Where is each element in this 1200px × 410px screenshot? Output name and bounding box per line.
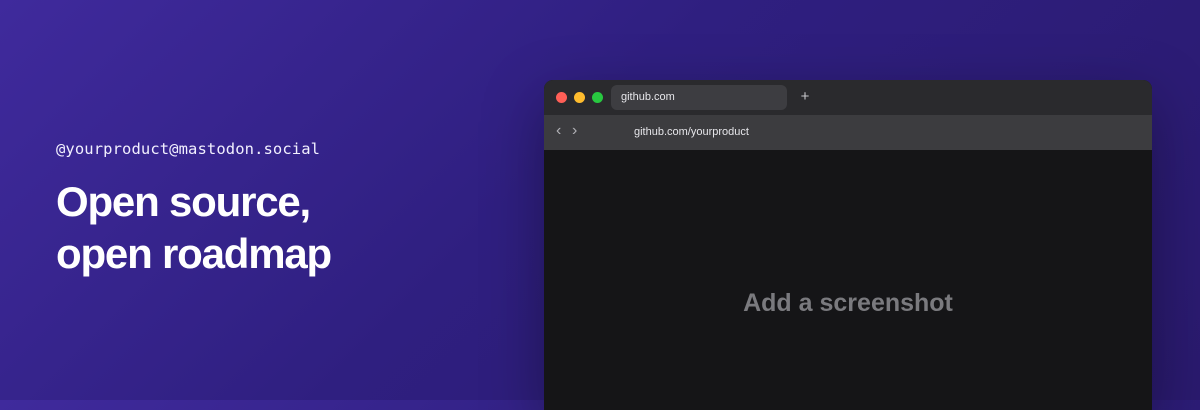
back-arrow-icon[interactable]: ‹ <box>556 122 561 140</box>
mastodon-handle: @yourproduct@mastodon.social <box>56 140 321 158</box>
minimize-window-icon[interactable] <box>574 92 585 103</box>
url-field[interactable]: github.com/yourproduct <box>634 115 749 150</box>
headline: Open source, open roadmap <box>56 176 486 280</box>
browser-tab[interactable]: github.com <box>611 85 787 110</box>
browser-titlebar: github.com + <box>544 80 1152 115</box>
traffic-lights <box>556 92 603 103</box>
close-window-icon[interactable] <box>556 92 567 103</box>
screenshot-placeholder-text: Add a screenshot <box>743 289 953 317</box>
headline-line-2: open roadmap <box>56 230 332 277</box>
browser-tab-title: github.com <box>621 91 675 103</box>
new-tab-icon[interactable]: + <box>795 87 815 107</box>
hero-section: @yourproduct@mastodon.social Open source… <box>56 140 486 280</box>
browser-viewport: Add a screenshot <box>544 150 1152 410</box>
browser-window-mockup: github.com + ‹ › github.com/yourproduct … <box>544 80 1152 410</box>
browser-address-bar: ‹ › github.com/yourproduct <box>544 115 1152 150</box>
maximize-window-icon[interactable] <box>592 92 603 103</box>
forward-arrow-icon[interactable]: › <box>572 122 577 140</box>
headline-line-1: Open source, <box>56 178 311 225</box>
